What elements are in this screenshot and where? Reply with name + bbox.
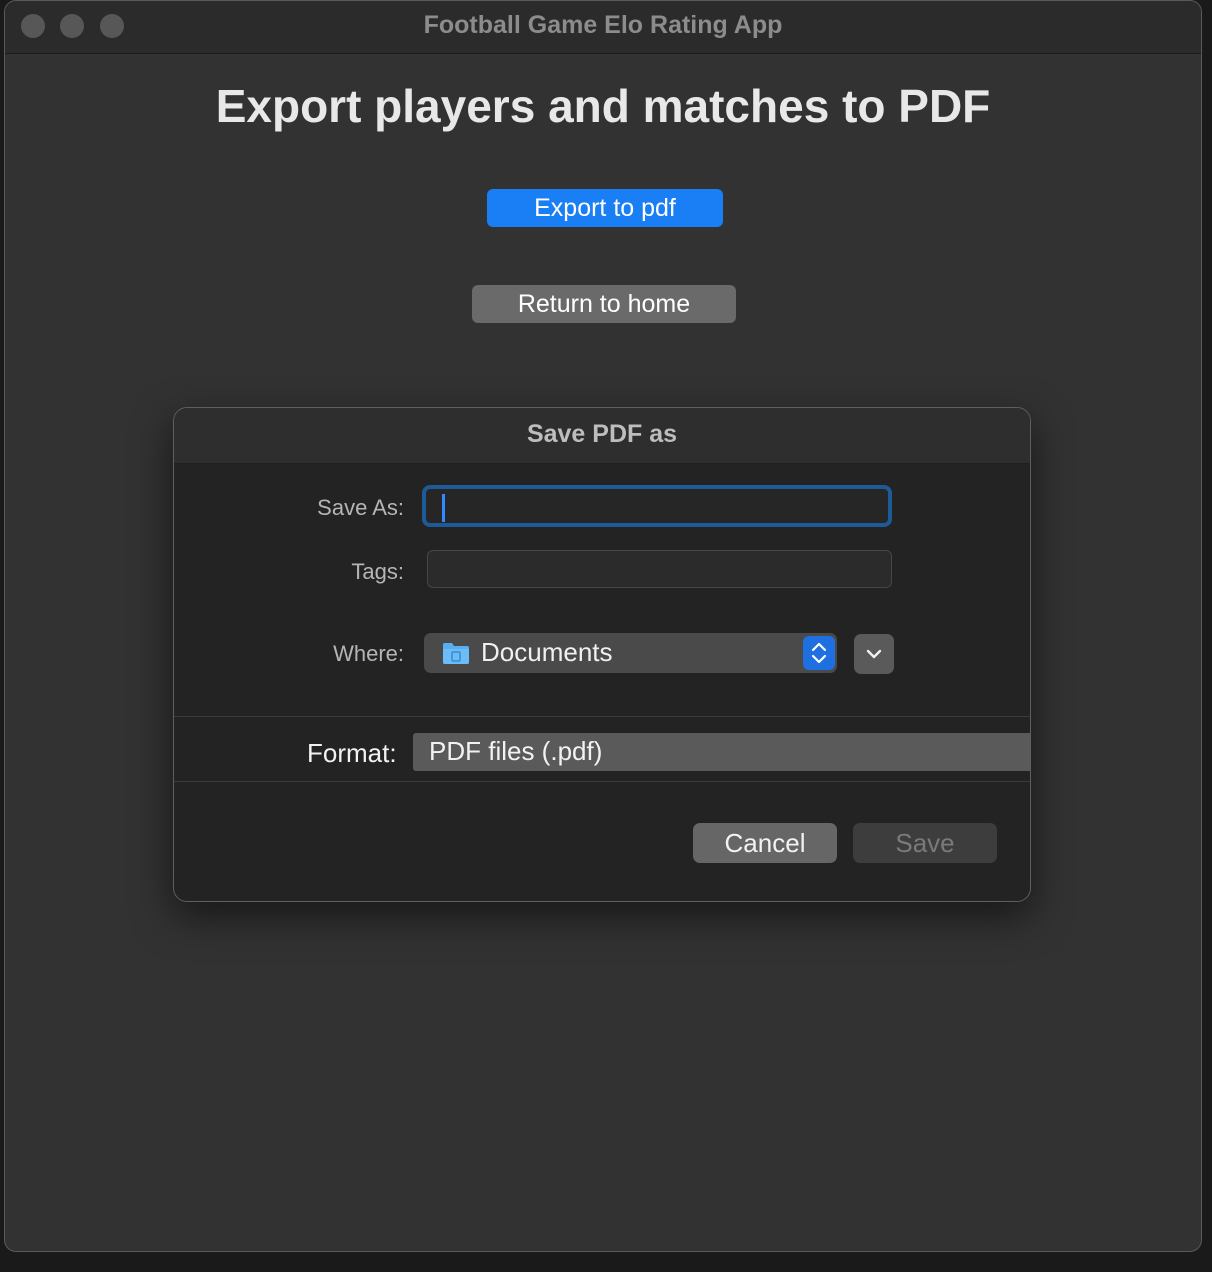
save-button[interactable]: Save: [853, 823, 997, 863]
page-title: Export players and matches to PDF: [215, 80, 991, 132]
divider: [174, 716, 1030, 717]
window-title: Football Game Elo Rating App: [423, 11, 783, 39]
save-as-label: Save As:: [317, 495, 404, 520]
divider: [174, 781, 1030, 782]
where-dropdown[interactable]: Documents: [424, 633, 837, 673]
title-bar: Football Game Elo Rating App: [5, 1, 1201, 54]
tags-input[interactable]: [427, 550, 892, 588]
where-label: Where:: [333, 641, 404, 666]
cancel-button[interactable]: Cancel: [693, 823, 837, 863]
format-label: Format:: [307, 738, 397, 768]
where-value: Documents: [481, 637, 613, 667]
stepper-icon: [803, 636, 835, 670]
dialog-title: Save PDF as: [526, 420, 678, 448]
dialog-header: Save PDF as: [174, 408, 1030, 464]
app-window: Football Game Elo Rating App Export play…: [4, 0, 1202, 1252]
folder-icon: [443, 643, 469, 664]
expand-dialog-button[interactable]: [854, 634, 894, 674]
tags-label: Tags:: [351, 559, 404, 584]
save-as-input[interactable]: [422, 485, 892, 527]
save-dialog: Save PDF as Save As: Tags: Where: Docume…: [173, 407, 1031, 902]
export-to-pdf-button[interactable]: Export to pdf: [487, 189, 723, 227]
text-cursor: [442, 494, 445, 522]
chevron-down-icon: [866, 649, 882, 659]
format-dropdown[interactable]: PDF files (.pdf): [413, 733, 1030, 771]
return-to-home-button[interactable]: Return to home: [472, 285, 736, 323]
